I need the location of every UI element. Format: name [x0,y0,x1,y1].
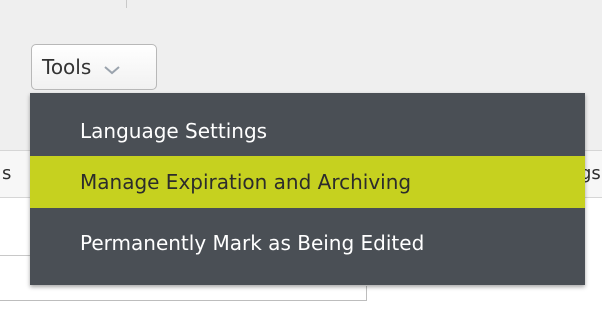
menu-item-permanently-mark-edited[interactable]: Permanently Mark as Being Edited [30,217,585,269]
tools-button-label: Tools [42,55,92,79]
content-box-border [0,300,366,301]
tab-label-partial-left[interactable]: s [2,163,11,184]
menu-item-label: Language Settings [80,119,268,143]
content-box-edge [0,255,30,256]
menu-item-language-settings[interactable]: Language Settings [30,105,585,157]
menu-item-label: Permanently Mark as Being Edited [80,231,425,255]
menu-item-manage-expiration-archiving[interactable]: Manage Expiration and Archiving [30,156,585,208]
chevron-down-icon [101,59,123,75]
divider [126,0,127,8]
content-box-corner [366,286,367,301]
menu-item-label: Manage Expiration and Archiving [80,170,412,194]
tools-menu: Language Settings Manage Expiration and … [30,93,585,285]
tools-dropdown-button[interactable]: Tools [31,44,157,90]
